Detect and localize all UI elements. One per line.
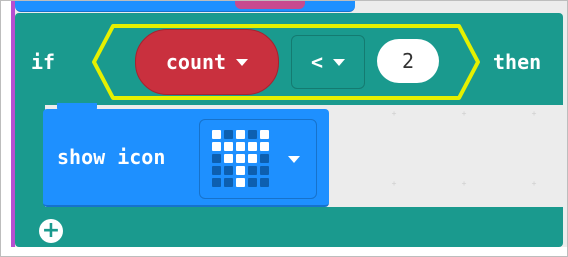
workspace-grid-mark: + (461, 109, 467, 118)
led-on (236, 154, 245, 163)
led-off (260, 154, 269, 163)
block-connector (57, 103, 97, 113)
plus-icon: + (41, 218, 61, 243)
show-icon-label: show icon (57, 145, 166, 169)
led-off (212, 178, 221, 187)
previous-block-input (235, 1, 305, 9)
variable-name: count (165, 50, 227, 74)
number-input[interactable]: 2 (377, 39, 439, 83)
if-block-footer[interactable] (15, 207, 563, 247)
led-off (212, 154, 221, 163)
led-off (260, 166, 269, 175)
led-on (212, 142, 221, 151)
then-keyword: then (493, 50, 542, 74)
if-keyword: if (31, 50, 56, 74)
led-off (260, 178, 269, 187)
led-off (248, 178, 257, 187)
workspace-grid-mark: + (531, 179, 537, 188)
led-on (260, 142, 269, 151)
led-on (236, 142, 245, 151)
led-off (212, 166, 221, 175)
variable-dropdown[interactable]: count (135, 29, 279, 95)
number-value: 2 (401, 49, 415, 73)
icon-picker-dropdown[interactable] (199, 119, 317, 199)
led-off (248, 130, 257, 139)
led-on (236, 130, 245, 139)
led-on (260, 130, 269, 139)
chevron-down-icon (236, 58, 249, 66)
led-off (224, 130, 233, 139)
led-off (248, 166, 257, 175)
led-on (248, 142, 257, 151)
operator-dropdown[interactable]: < (291, 35, 365, 89)
led-on (248, 154, 257, 163)
led-on (236, 178, 245, 187)
add-else-button[interactable]: + (39, 219, 63, 243)
led-on (224, 154, 233, 163)
editor-frame: + + + + + + if then count < 2 show icon + (0, 0, 568, 257)
icon-preview-grid (212, 130, 272, 190)
led-on (212, 130, 221, 139)
chevron-down-icon (288, 156, 300, 163)
operator-symbol: < (310, 50, 324, 74)
workspace-grid-mark: + (391, 109, 397, 118)
workspace-grid-mark: + (531, 109, 537, 118)
led-off (224, 166, 233, 175)
led-on (224, 142, 233, 151)
if-block-side (15, 101, 45, 211)
previous-block[interactable] (15, 1, 355, 12)
chevron-down-icon (333, 58, 346, 66)
workspace-grid-mark: + (391, 179, 397, 188)
led-on (236, 166, 245, 175)
led-off (224, 178, 233, 187)
workspace-grid-mark: + (461, 179, 467, 188)
